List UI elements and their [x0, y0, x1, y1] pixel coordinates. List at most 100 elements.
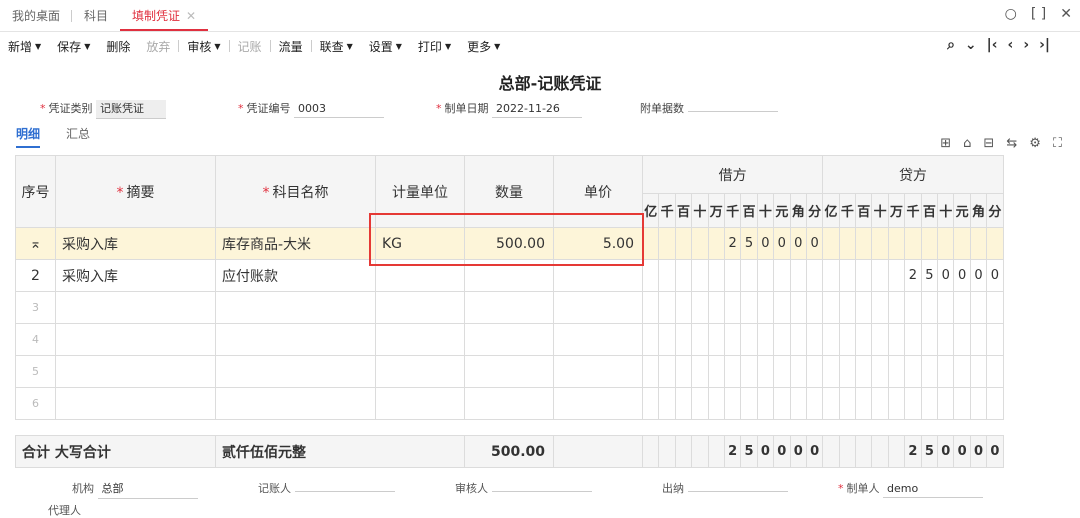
debit-digit[interactable] — [789, 355, 807, 388]
credit-digit[interactable] — [855, 323, 873, 356]
credit-digit[interactable] — [838, 323, 857, 356]
debit-digit[interactable] — [723, 291, 742, 324]
debit-digit[interactable] — [756, 355, 775, 388]
credit-digit[interactable] — [904, 355, 922, 388]
debit-digit[interactable] — [674, 291, 693, 324]
credit-digit[interactable] — [986, 387, 1004, 420]
table-row[interactable]: ⌅ 采购入库 库存商品-大米 KG 500.00 5.00 2 5 0 0 0 0 — [15, 227, 1004, 260]
credit-digit[interactable] — [937, 291, 955, 324]
credit-digit[interactable] — [822, 291, 840, 324]
toolbar-button-0[interactable]: 新增 ▼ — [0, 33, 49, 59]
credit-digit[interactable] — [887, 259, 906, 292]
toolbar-button-7[interactable]: 记账 — [230, 33, 270, 59]
toolbar-button-9[interactable]: 流量 — [271, 33, 311, 59]
debit-digit[interactable] — [756, 259, 775, 292]
credit-digit[interactable] — [920, 355, 939, 388]
credit-digit[interactable]: 5 — [920, 259, 939, 292]
table-row[interactable]: 3 — [15, 291, 1004, 324]
fullscreen-icon[interactable]: ⛶ — [1053, 136, 1062, 151]
account-cell[interactable]: 应付账款 — [215, 259, 376, 292]
credit-digit[interactable] — [838, 291, 857, 324]
debit-digit[interactable] — [740, 291, 758, 324]
credit-digit[interactable]: 0 — [953, 259, 971, 292]
debit-digit[interactable] — [723, 323, 742, 356]
credit-digit[interactable] — [969, 323, 988, 356]
price-cell[interactable] — [553, 291, 643, 324]
last-record-icon[interactable]: ›| — [1039, 37, 1050, 53]
debit-digit[interactable] — [707, 291, 725, 324]
unit-cell[interactable] — [375, 323, 465, 356]
debit-digit[interactable] — [740, 355, 758, 388]
credit-digit[interactable] — [937, 227, 955, 260]
credit-digit[interactable] — [969, 355, 988, 388]
toolbar-button-1[interactable]: 保存 ▼ — [49, 33, 98, 59]
debit-digit[interactable] — [691, 355, 709, 388]
maker-input[interactable]: demo — [883, 482, 983, 498]
debit-digit[interactable] — [773, 387, 791, 420]
debit-digit[interactable] — [641, 291, 660, 324]
summary-cell[interactable] — [55, 387, 216, 420]
account-cell[interactable] — [215, 387, 376, 420]
debit-digit[interactable] — [658, 387, 676, 420]
debit-digit[interactable] — [691, 227, 709, 260]
credit-digit[interactable] — [822, 259, 840, 292]
debit-digit[interactable] — [691, 291, 709, 324]
credit-digit[interactable]: 0 — [986, 259, 1004, 292]
debit-digit[interactable] — [674, 227, 693, 260]
debit-digit[interactable] — [658, 355, 676, 388]
credit-digit[interactable]: 2 — [904, 259, 922, 292]
credit-digit[interactable] — [838, 227, 857, 260]
summary-cell[interactable] — [55, 355, 216, 388]
zoom-search-icon[interactable]: ⌕ — [947, 37, 955, 53]
credit-digit[interactable] — [969, 291, 988, 324]
debit-digit[interactable] — [756, 291, 775, 324]
summary-cell[interactable]: 采购入库 — [55, 259, 216, 292]
insert-row-icon[interactable]: ⊞ — [940, 136, 951, 151]
debit-digit[interactable] — [641, 355, 660, 388]
debit-digit[interactable] — [756, 323, 775, 356]
debit-digit[interactable] — [789, 323, 807, 356]
first-record-icon[interactable]: |‹ — [987, 37, 998, 53]
credit-digit[interactable] — [855, 355, 873, 388]
debit-digit[interactable] — [805, 291, 824, 324]
credit-digit[interactable] — [904, 291, 922, 324]
debit-digit[interactable]: 0 — [789, 227, 807, 260]
debit-digit[interactable] — [773, 323, 791, 356]
credit-digit[interactable]: 0 — [937, 259, 955, 292]
account-cell[interactable] — [215, 291, 376, 324]
attachments-input[interactable] — [687, 109, 778, 112]
toolbar-button-13[interactable]: 打印 ▼ — [410, 33, 459, 59]
debit-digit[interactable] — [658, 291, 676, 324]
credit-digit[interactable] — [822, 355, 840, 388]
voucher-no-input[interactable]: 0003 — [294, 102, 384, 118]
credit-digit[interactable] — [920, 323, 939, 356]
debit-digit[interactable] — [773, 291, 791, 324]
credit-digit[interactable] — [887, 291, 906, 324]
credit-digit[interactable] — [822, 387, 840, 420]
settings-icon[interactable]: ⚙ — [1029, 136, 1041, 151]
debit-digit[interactable] — [707, 227, 725, 260]
credit-digit[interactable] — [838, 355, 857, 388]
tab-detail[interactable]: 明细 — [16, 125, 41, 148]
qty-cell[interactable] — [464, 291, 554, 324]
next-record-icon[interactable]: › — [1023, 37, 1029, 53]
debit-digit[interactable]: 0 — [805, 227, 824, 260]
debit-digit[interactable]: 0 — [773, 227, 791, 260]
toolbar-button-3[interactable]: 放弃 — [138, 33, 178, 59]
credit-digit[interactable] — [855, 227, 873, 260]
debit-digit[interactable] — [740, 259, 758, 292]
debit-digit[interactable] — [658, 323, 676, 356]
debit-digit[interactable] — [641, 227, 660, 260]
credit-digit[interactable] — [871, 323, 889, 356]
credit-digit[interactable] — [937, 323, 955, 356]
debit-digit[interactable] — [789, 291, 807, 324]
credit-digit[interactable] — [904, 227, 922, 260]
credit-digit[interactable] — [887, 323, 906, 356]
debit-digit[interactable] — [691, 323, 709, 356]
toolbar-button-5[interactable]: 审核 ▼ — [179, 33, 228, 59]
credit-digit[interactable] — [887, 227, 906, 260]
tab-subject[interactable]: 科目 — [72, 0, 120, 32]
debit-digit[interactable]: 0 — [756, 227, 775, 260]
unit-cell[interactable]: KG — [375, 227, 465, 260]
debit-digit[interactable] — [674, 259, 693, 292]
